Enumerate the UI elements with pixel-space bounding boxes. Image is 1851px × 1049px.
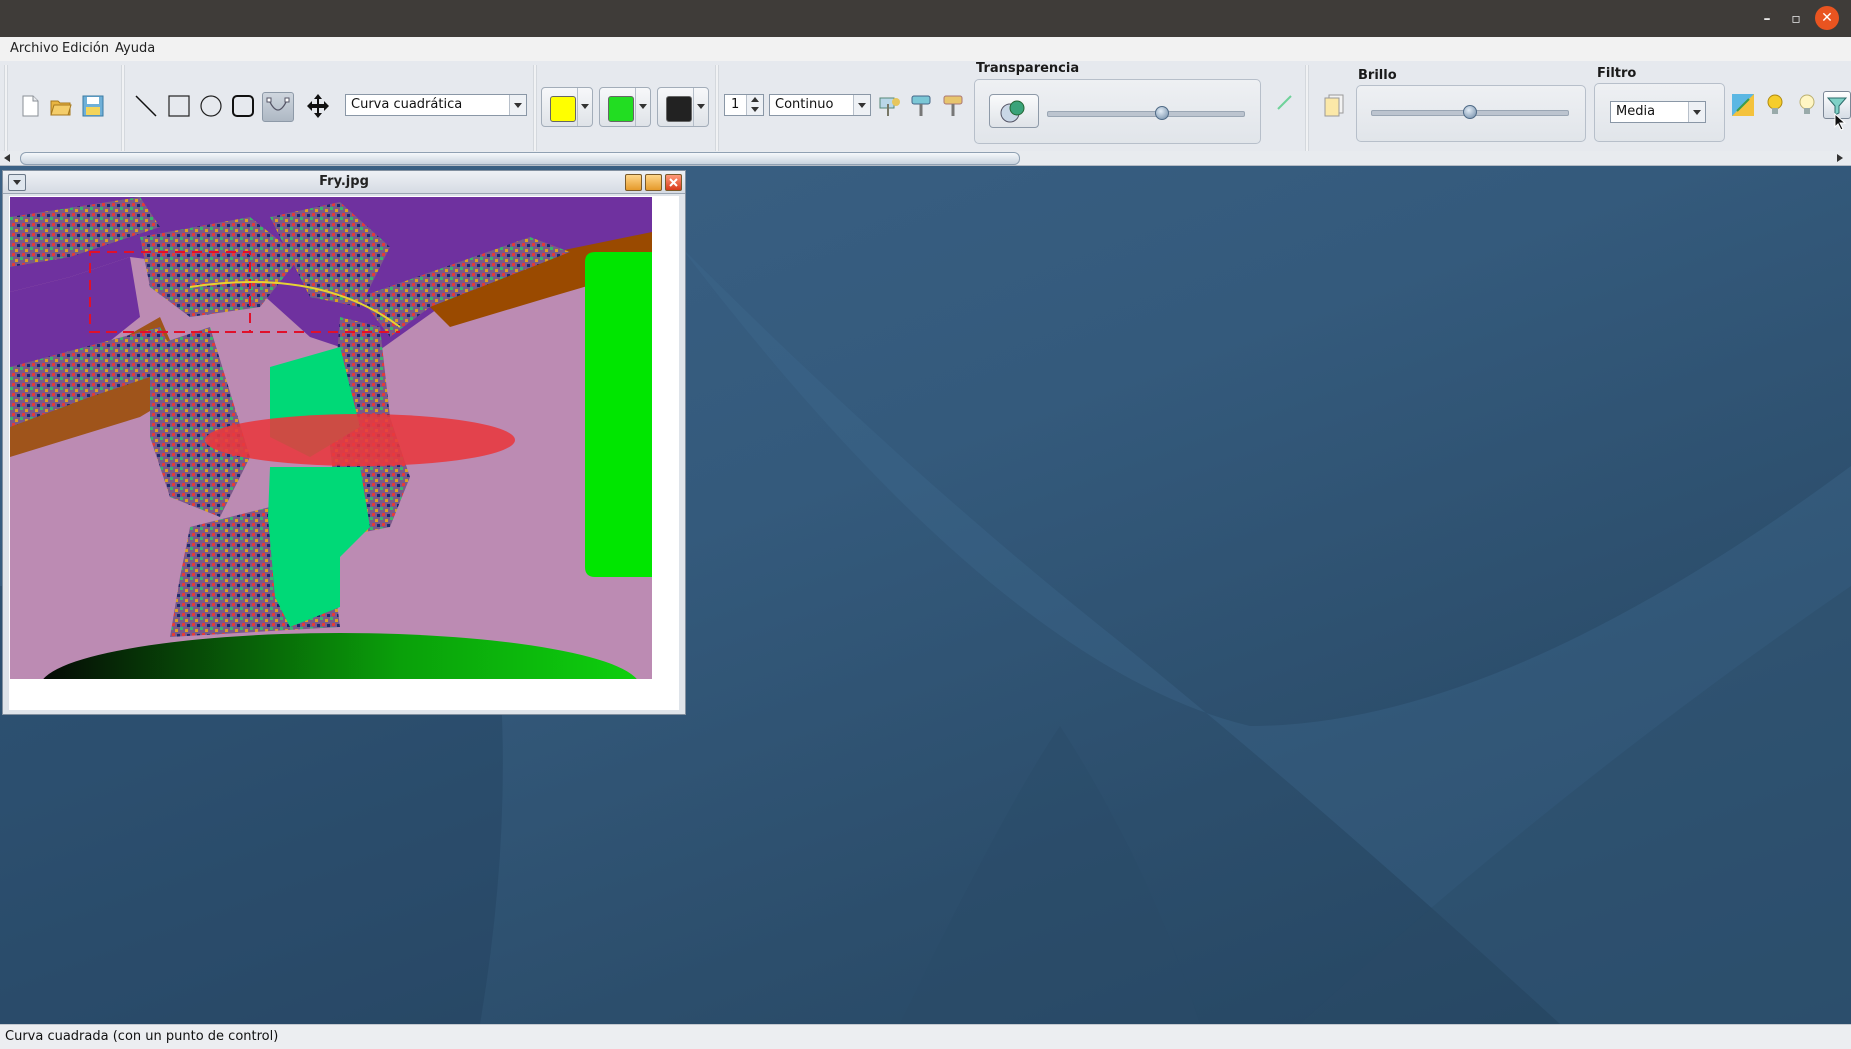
toolbar: Curva cuadrática 1 Continuo Transparenci… <box>0 61 1851 151</box>
shape-type-value: Curva cuadrática <box>351 97 463 112</box>
menu-archivo[interactable]: Archivo <box>10 41 59 56</box>
image-contrast-icon[interactable] <box>1730 92 1756 118</box>
ellipse-tool-icon[interactable] <box>198 93 224 119</box>
shape-type-select[interactable]: Curva cuadrática <box>345 94 527 116</box>
stroke-style-select[interactable]: Continuo <box>769 94 871 116</box>
third-color-button[interactable] <box>657 87 709 127</box>
window-titlebar: – ▫ ✕ <box>0 0 1851 37</box>
border-color-button[interactable] <box>599 87 651 127</box>
brightness-panel <box>1356 85 1586 142</box>
filter-select[interactable]: Media <box>1610 101 1706 123</box>
spinner-arrows-icon[interactable] <box>746 95 763 115</box>
image-window-titlebar[interactable]: Fry.jpg <box>3 171 685 194</box>
save-file-icon[interactable] <box>80 93 106 119</box>
chevron-down-icon <box>1688 102 1705 122</box>
canvas-image[interactable] <box>10 197 652 679</box>
menu-edicion[interactable]: Edición <box>62 41 109 56</box>
chevron-down-icon <box>693 88 708 126</box>
scrollbar-thumb[interactable] <box>20 152 1020 165</box>
antialias-icon[interactable] <box>877 93 903 119</box>
canvas-area[interactable] <box>9 196 679 710</box>
iconify-icon[interactable] <box>625 174 642 191</box>
mouse-cursor-icon <box>1834 112 1848 131</box>
transparency-label: Transparencia <box>976 61 1080 76</box>
scroll-right-icon[interactable] <box>1837 154 1843 162</box>
chevron-down-icon <box>577 88 592 126</box>
filter-panel: Media <box>1594 83 1725 142</box>
stroke-width-value: 1 <box>731 97 740 112</box>
third-color-swatch <box>666 96 692 122</box>
move-tool-icon[interactable] <box>305 93 331 119</box>
rectangle-tool-icon[interactable] <box>166 93 192 119</box>
fill-color-button[interactable] <box>541 87 593 127</box>
transparency-slider-knob[interactable] <box>1154 106 1169 120</box>
toolbar-separator <box>715 65 719 151</box>
filter-value: Media <box>1616 104 1656 119</box>
status-text: Curva cuadrada (con un punto de control) <box>5 1029 279 1044</box>
toolbar-separator <box>4 65 8 151</box>
transparency-icon <box>1000 100 1025 123</box>
image-window-title: Fry.jpg <box>319 174 369 189</box>
close-frame-icon[interactable] <box>665 174 682 191</box>
transparency-toggle-button[interactable] <box>989 94 1039 128</box>
minimize-icon[interactable]: – <box>1756 8 1778 30</box>
chevron-down-icon <box>853 95 870 115</box>
fill-color-swatch <box>550 96 576 122</box>
transparency-panel <box>974 79 1261 144</box>
border-color-swatch <box>608 96 634 122</box>
lightbulb-dim-icon[interactable] <box>1794 92 1820 118</box>
toolbar-scrollbar[interactable] <box>0 151 1851 166</box>
toolbar-separator <box>1305 65 1309 151</box>
pen-icon[interactable] <box>1272 89 1298 115</box>
toolbar-separator <box>121 65 125 151</box>
menu-ayuda[interactable]: Ayuda <box>115 41 155 56</box>
image-internal-window: Fry.jpg <box>2 170 686 715</box>
maximize-icon[interactable]: ▫ <box>1785 8 1807 30</box>
scroll-left-icon[interactable] <box>4 154 10 162</box>
fill-paint-icon[interactable] <box>909 93 935 119</box>
transparency-slider-track[interactable] <box>1047 111 1245 117</box>
line-tool-icon[interactable] <box>133 93 159 119</box>
brightness-slider-knob[interactable] <box>1463 105 1477 119</box>
chevron-down-icon <box>635 88 650 126</box>
maximize-frame-icon[interactable] <box>645 174 662 191</box>
menu-bar: Archivo Edición Ayuda <box>0 37 1851 62</box>
brightness-label: Brillo <box>1358 68 1397 83</box>
new-file-icon[interactable] <box>17 93 43 119</box>
close-icon[interactable]: ✕ <box>1815 6 1839 30</box>
lightbulb-bright-icon[interactable] <box>1762 92 1788 118</box>
rounded-rectangle-tool-icon[interactable] <box>230 93 256 119</box>
toolbar-separator <box>533 65 537 151</box>
status-bar: Curva cuadrada (con un punto de control) <box>0 1024 1851 1049</box>
stroke-width-spinner[interactable]: 1 <box>724 94 764 116</box>
duplicate-image-icon[interactable] <box>1321 92 1347 118</box>
gradient-paint-icon[interactable] <box>941 93 967 119</box>
curve-tool-icon[interactable] <box>262 92 294 122</box>
stroke-style-value: Continuo <box>775 97 834 112</box>
filter-label: Filtro <box>1597 66 1637 81</box>
chevron-down-icon <box>509 95 526 115</box>
open-file-icon[interactable] <box>48 93 74 119</box>
